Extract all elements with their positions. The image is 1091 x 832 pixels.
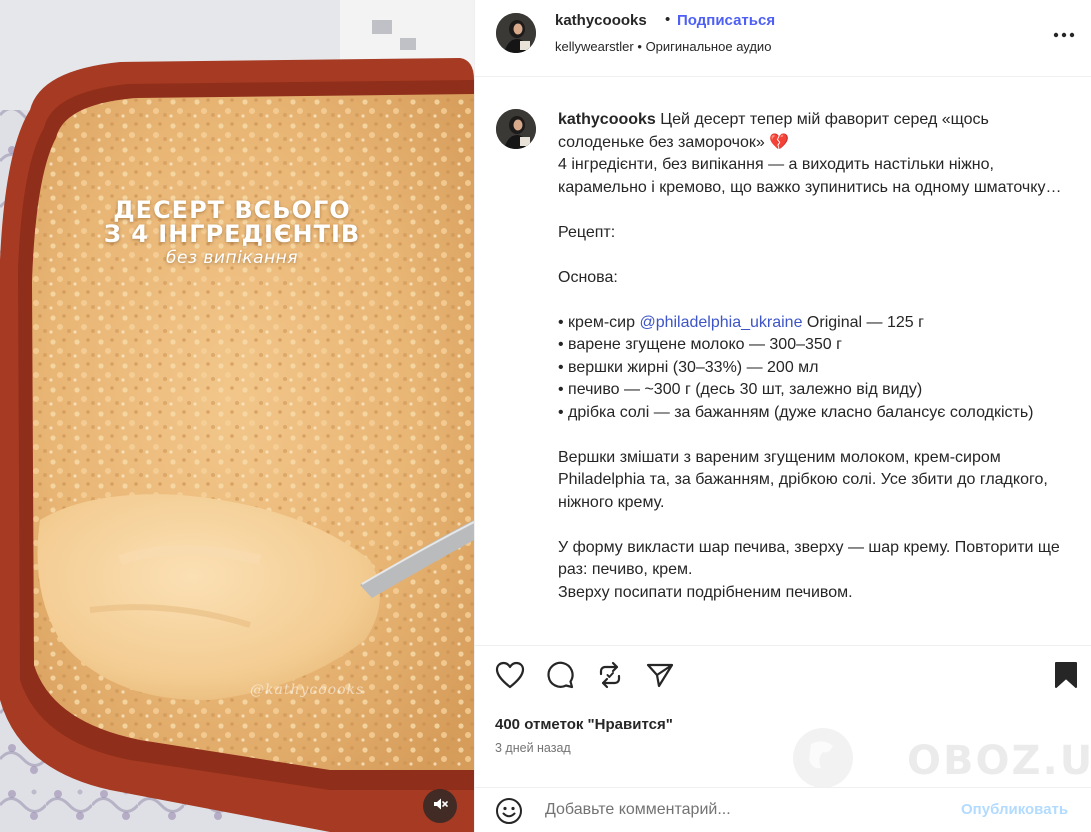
dessert-photo <box>0 0 474 832</box>
speaker-muted-icon <box>432 796 448 817</box>
author-username[interactable]: kathycoooks <box>555 12 647 29</box>
step-line: Вершки змішати з вареним згущеним молоко… <box>558 448 1048 511</box>
caption-line <box>558 199 1078 222</box>
comment-composer: Опубликовать <box>475 787 1091 832</box>
save-button[interactable] <box>1050 661 1082 693</box>
more-options-icon <box>1053 25 1075 43</box>
likes-count[interactable]: 400 отметок "Нравится" <box>495 716 673 733</box>
post-timestamp[interactable]: 3 дней назад <box>495 741 571 755</box>
caption-line <box>558 244 1078 267</box>
caption-text: kathycoooks Цей десерт тепер мій фаворит… <box>558 109 1078 604</box>
smiley-icon <box>495 798 523 829</box>
mute-button[interactable] <box>423 789 457 823</box>
bookmark-filled-icon <box>1054 661 1078 694</box>
audio-separator: • <box>637 39 642 54</box>
ingredient-suffix: Original — 125 г <box>802 313 924 331</box>
caption-first-paragraph: kathycoooks Цей десерт тепер мій фаворит… <box>558 109 1078 154</box>
ingredient-item: • печиво — ~300 г (десь 30 шт, залежно в… <box>558 381 923 398</box>
publish-button[interactable]: Опубликовать <box>961 801 1068 818</box>
ingredient-item: • варене згущене молоко — 300–350 г <box>558 336 842 353</box>
ingredient-prefix: • крем-сир <box>558 313 640 331</box>
author-avatar[interactable] <box>496 13 536 53</box>
repost-button[interactable] <box>594 661 626 693</box>
overlay-title-line2: З 4 ІНГРЕДІЄНТІВ <box>103 220 361 248</box>
media-watermark: @kathycoooks <box>250 682 365 698</box>
caption-section: kathycoooks Цей десерт тепер мій фаворит… <box>475 78 1091 644</box>
audio-user-link[interactable]: kellywearstler <box>555 39 634 54</box>
comment-button[interactable] <box>544 661 576 693</box>
heart-icon <box>495 661 525 694</box>
overlay-subtitle: без випікання <box>166 248 298 268</box>
caption-username[interactable]: kathycoooks <box>558 111 656 128</box>
caption-line: 4 інгредієнти, без випікання — а виходит… <box>558 156 1062 196</box>
caption-line <box>558 289 1078 312</box>
share-button[interactable] <box>644 661 676 693</box>
paper-plane-icon <box>645 661 675 694</box>
ingredient-item: • дрібка солі — за бажанням (дуже класно… <box>558 403 1034 421</box>
mention-link[interactable]: @philadelphia_ukraine <box>639 314 802 331</box>
ingredient-item: • вершки жирні (30–33%) — 200 мл <box>558 358 819 376</box>
post-actions: 400 отметок "Нравится" 3 дней назад OBOZ… <box>475 645 1091 832</box>
repost-icon <box>596 661 624 694</box>
like-button[interactable] <box>494 661 526 693</box>
step-line <box>558 424 1078 447</box>
follow-button[interactable]: Подписаться <box>677 12 775 29</box>
comment-input[interactable] <box>545 798 945 822</box>
more-options-button[interactable] <box>1052 22 1076 46</box>
step-line: Зверху посипати подрібненим печивом. <box>558 583 853 601</box>
step-line: У форму викласти шар печива, зверху — ша… <box>558 538 1060 579</box>
post-media[interactable]: ДЕСЕРТ ВСЬОГО З 4 ІНГРЕДІЄНТІВ без випік… <box>0 0 474 832</box>
comment-bubble-icon <box>545 660 575 695</box>
post-header: kathycoooks • Подписаться kellywearstler… <box>475 0 1091 77</box>
original-audio-link[interactable]: Оригинальное аудио <box>646 39 772 54</box>
audio-attribution: kellywearstler • Оригинальное аудио <box>555 39 771 54</box>
caption-author-avatar[interactable] <box>496 109 536 149</box>
ingredient-item: • крем-сир @philadelphia_ukraine Origina… <box>558 312 1078 335</box>
post-panel: kathycoooks • Подписаться kellywearstler… <box>474 0 1091 832</box>
caption-line: Рецепт: <box>558 223 616 241</box>
caption-line: Основа: <box>558 268 618 286</box>
header-separator: • <box>665 11 671 28</box>
step-line <box>558 514 1078 537</box>
emoji-button[interactable] <box>495 797 523 825</box>
oboz-watermark-text: OBOZ.UA <box>907 738 1091 784</box>
